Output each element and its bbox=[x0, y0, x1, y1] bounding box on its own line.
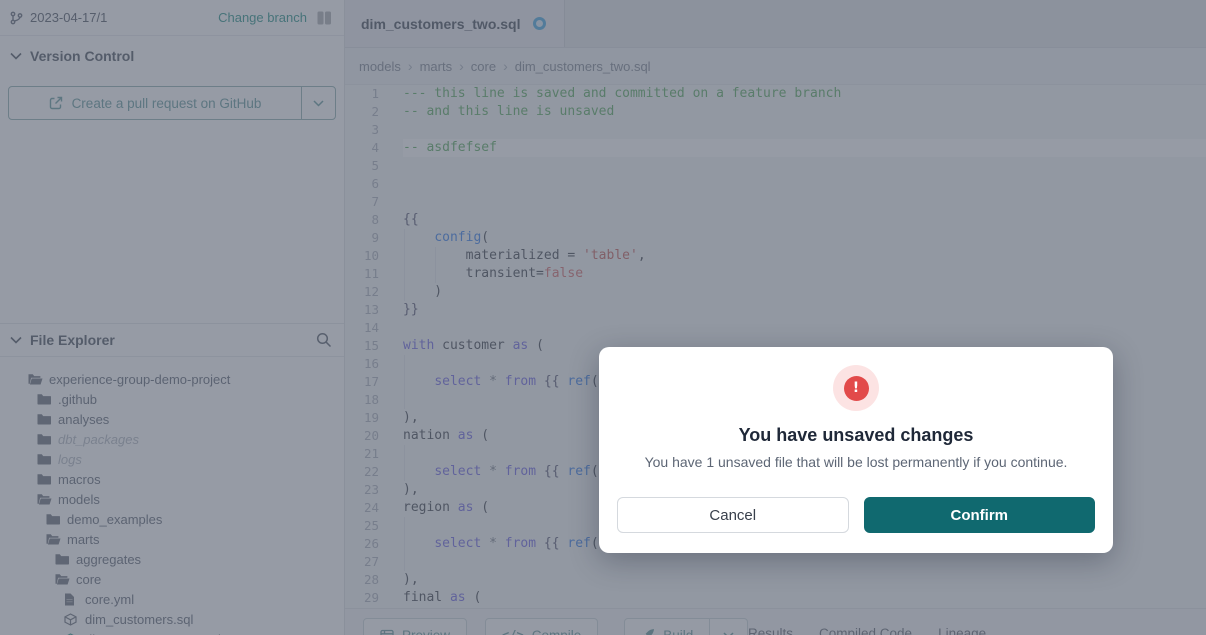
modal-title: You have unsaved changes bbox=[599, 425, 1113, 446]
unsaved-changes-modal: ! You have unsaved changes You have 1 un… bbox=[599, 347, 1113, 553]
error-icon: ! bbox=[833, 365, 879, 411]
cancel-button[interactable]: Cancel bbox=[617, 497, 849, 533]
modal-message: You have 1 unsaved file that will be los… bbox=[599, 454, 1113, 470]
modal-actions: Cancel Confirm bbox=[599, 497, 1113, 533]
exclamation-icon: ! bbox=[844, 376, 869, 401]
confirm-button[interactable]: Confirm bbox=[864, 497, 1096, 533]
